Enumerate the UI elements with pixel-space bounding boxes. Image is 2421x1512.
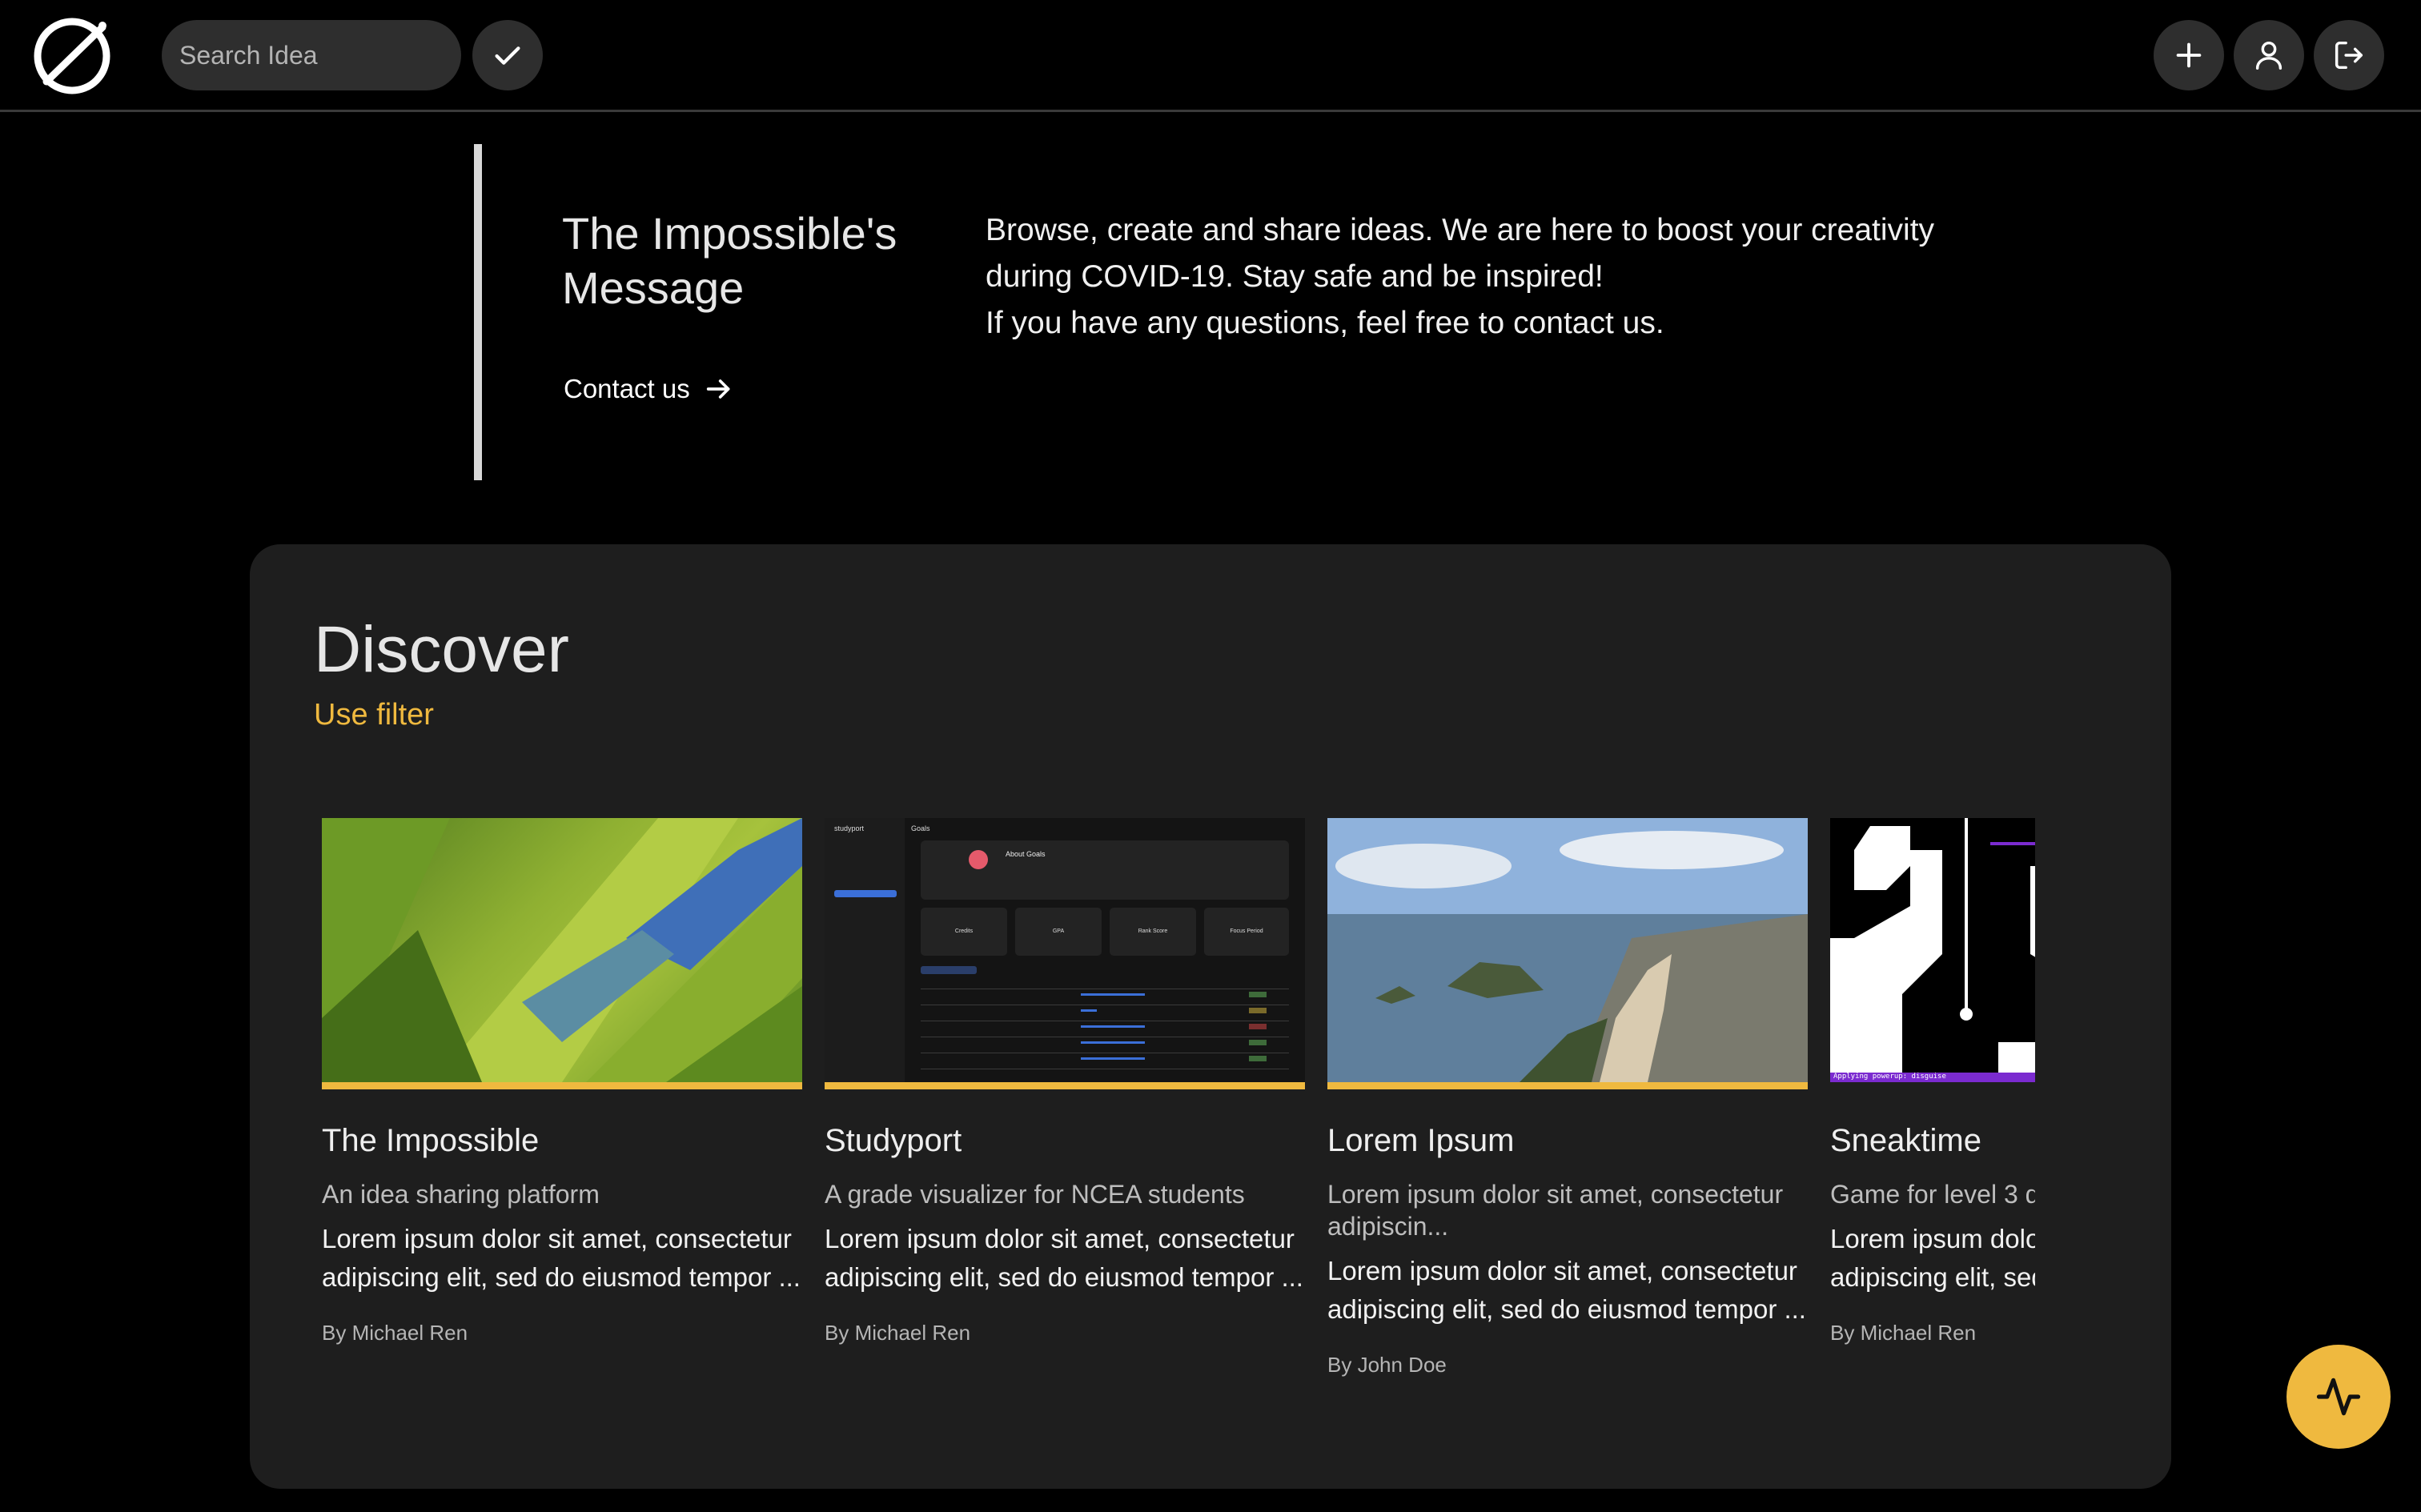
add-idea-button[interactable] [2154, 20, 2224, 90]
activity-button[interactable] [2286, 1345, 2391, 1449]
message-title: The Impossible's Message [562, 208, 897, 313]
discover-panel: Discover Use filter The Impossible An id… [250, 544, 2171, 1489]
card-thumbnail-game: Applying powerup: disguise [1830, 818, 2035, 1082]
card-title: The Impossible [322, 1123, 540, 1158]
search-input[interactable] [162, 20, 461, 90]
card-subtitle: Lorem ipsum dolor sit amet, consectetur … [1327, 1180, 1784, 1241]
thumb-tile: Rank Score [1110, 908, 1196, 956]
card-accent-line [322, 1082, 802, 1089]
idea-card[interactable]: The Impossible An idea sharing platform … [322, 818, 802, 1346]
card-title: Studyport [825, 1123, 962, 1158]
thumb-brand: studyport [834, 824, 865, 832]
thumb-status: Applying powerup: disguise [1833, 1073, 1946, 1081]
idea-card[interactable]: Lorem Ipsum Lorem ipsum dolor sit amet, … [1327, 818, 1808, 1378]
card-description: Lorem ipsum dolor sit amet, consectetur … [322, 1224, 801, 1292]
thumb-tile: GPA [1015, 908, 1102, 956]
arrow-right-icon [706, 379, 730, 399]
idea-card-list: The Impossible An idea sharing platform … [322, 818, 2035, 1426]
logout-button[interactable] [2314, 20, 2384, 90]
thumb-tile: Focus Period [1204, 908, 1289, 956]
idea-card[interactable]: Applying powerup: disguise Sneaktime Gam… [1830, 818, 2035, 1346]
card-author: By Michael Ren [1830, 1321, 1977, 1345]
card-title: Sneaktime [1830, 1123, 1981, 1158]
activity-icon [2316, 1378, 2361, 1416]
card-thumbnail-coastline [1327, 818, 1808, 1082]
contact-us-label: Contact us [564, 374, 690, 403]
contact-us-link[interactable]: Contact us [564, 373, 735, 405]
discover-title: Discover [314, 613, 569, 686]
card-thumbnail-leaves [322, 818, 802, 1082]
card-subtitle: An idea sharing platform [322, 1180, 600, 1209]
profile-button[interactable] [2234, 20, 2304, 90]
use-filter-link[interactable]: Use filter [314, 698, 434, 732]
thumb-tile: Credits [921, 908, 1007, 956]
card-subtitle: Game for level 3 digital [1830, 1180, 2035, 1209]
idea-card[interactable]: studyport Goals About Goals Credits GPA … [825, 818, 1305, 1346]
search-submit-button[interactable] [472, 20, 543, 90]
top-bar [0, 0, 2421, 112]
card-author: By John Doe [1327, 1353, 1447, 1377]
card-author: By Michael Ren [825, 1321, 971, 1345]
message-accent-bar [474, 144, 482, 480]
card-thumbnail-studyport: studyport Goals About Goals Credits GPA … [825, 818, 1305, 1082]
logo-icon[interactable] [29, 11, 115, 98]
card-description: Lorem ipsum dolor sit amet, consectetur … [1830, 1224, 2035, 1292]
plus-icon [2176, 42, 2202, 68]
card-title: Lorem Ipsum [1327, 1123, 1515, 1158]
message-line: Browse, create and share ideas. We are h… [986, 213, 1935, 247]
card-accent-line [825, 1082, 1305, 1089]
check-icon [495, 46, 520, 65]
card-accent-line [1327, 1082, 1808, 1089]
logout-icon [2335, 41, 2363, 70]
message-line: If you have any questions, feel free to … [986, 306, 1664, 340]
thumb-heading: Goals [911, 824, 930, 832]
card-subtitle: A grade visualizer for NCEA students [825, 1180, 1245, 1209]
message-body: Browse, create and share ideas. We are h… [986, 207, 1994, 347]
thumb-panel-title: About Goals [1006, 850, 1046, 858]
card-author: By Michael Ren [322, 1321, 468, 1345]
user-icon [2255, 41, 2282, 70]
message-line: during COVID-19. Stay safe and be inspir… [986, 259, 1604, 294]
card-description: Lorem ipsum dolor sit amet, consectetur … [1327, 1256, 1806, 1324]
card-description: Lorem ipsum dolor sit amet, consectetur … [825, 1224, 1303, 1292]
